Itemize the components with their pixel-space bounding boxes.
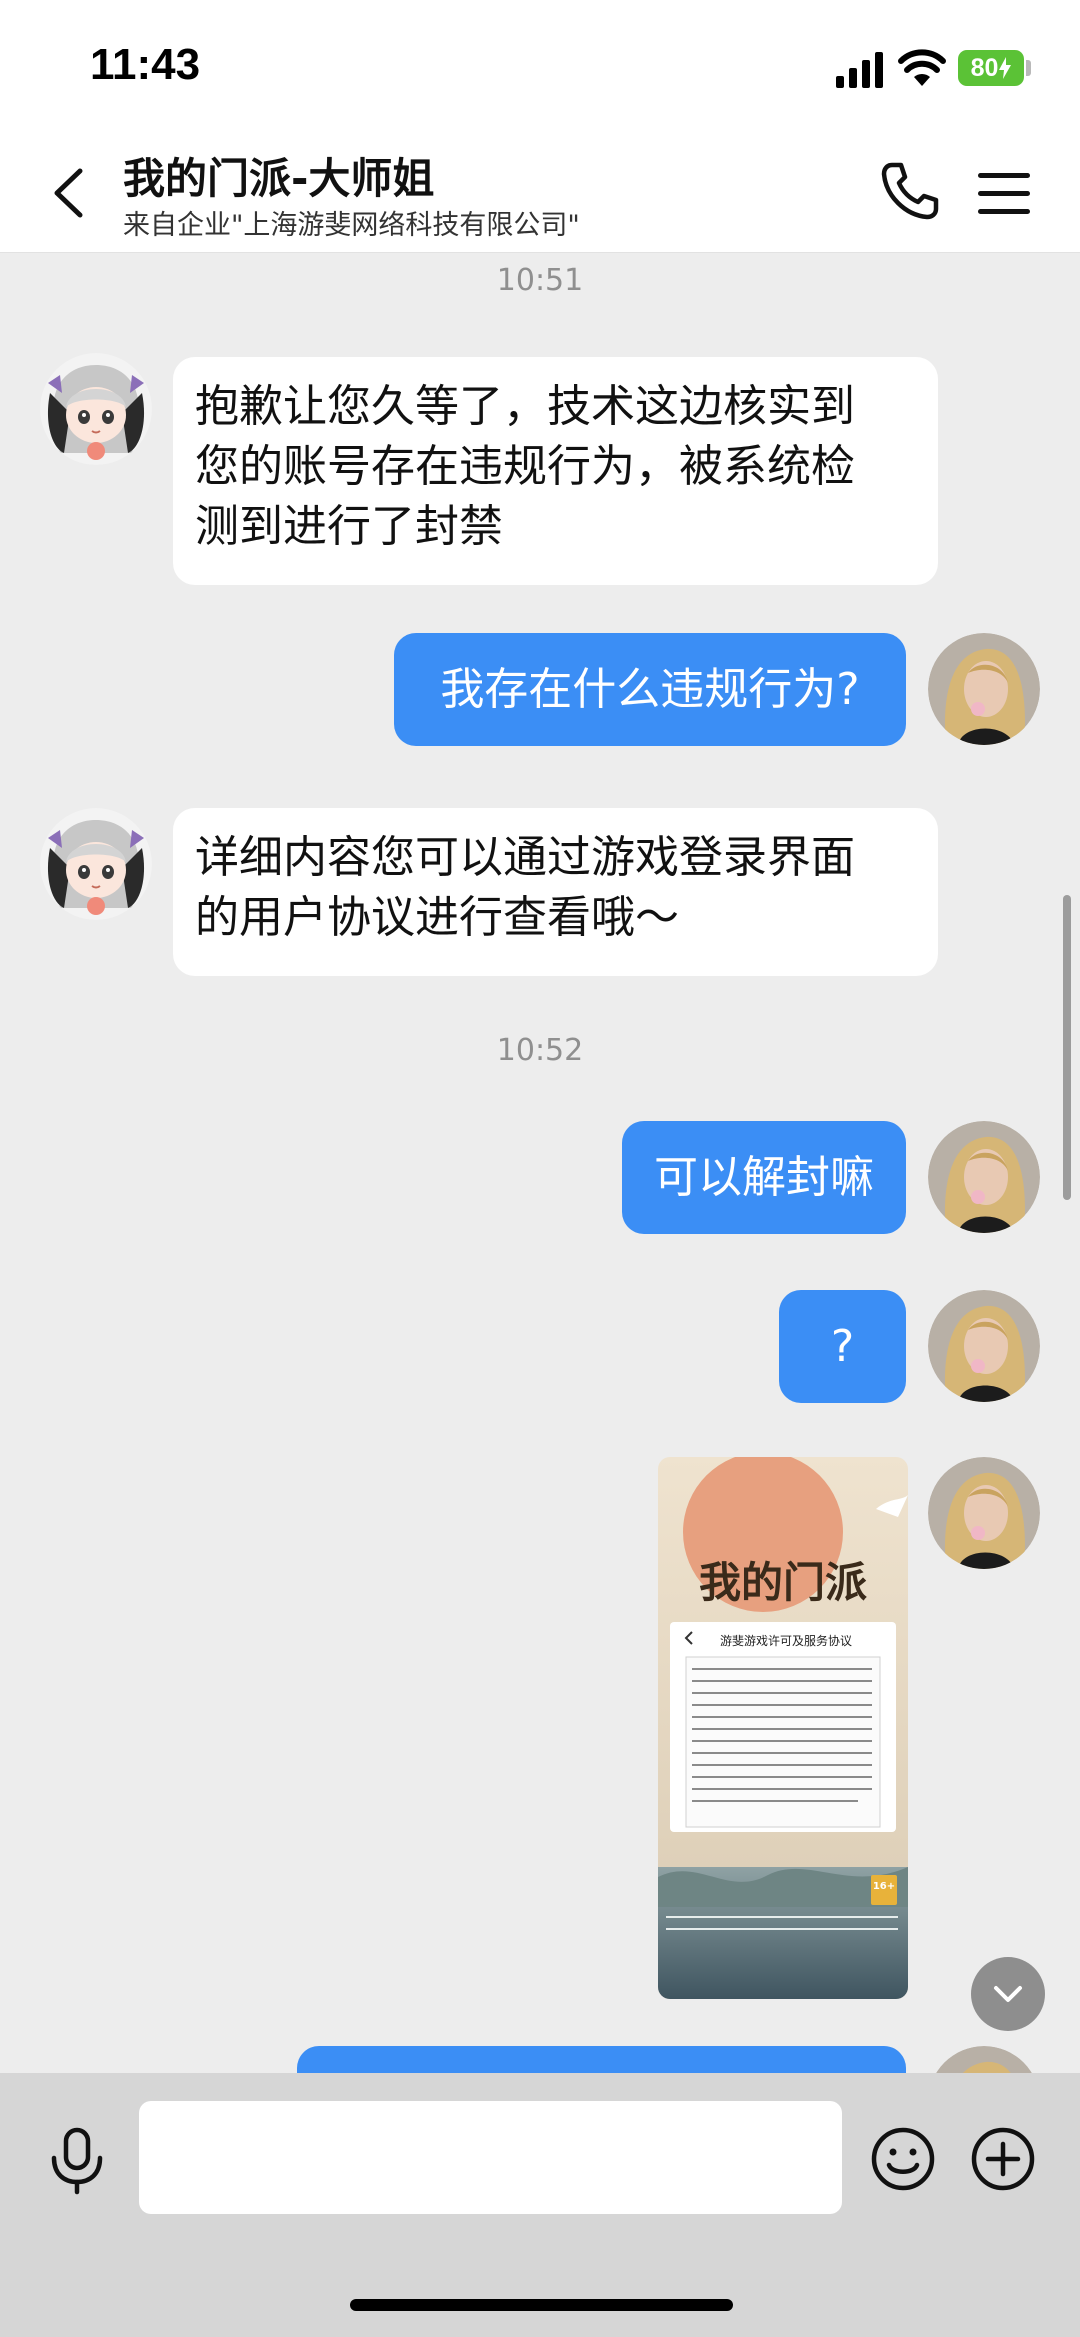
emoji-icon xyxy=(871,2127,935,2191)
chat-header: 我的门派-大师姐 来自企业"上海游斐网络科技有限公司" xyxy=(0,135,1080,253)
phone-icon xyxy=(881,162,939,220)
message-timestamp: 10:52 xyxy=(496,1033,584,1068)
status-bar: 11:43 80 xyxy=(0,0,1080,135)
wifi-icon xyxy=(898,48,946,88)
voice-button[interactable] xyxy=(44,2126,110,2196)
back-arrow-icon xyxy=(54,168,83,218)
image-message[interactable]: 我的门派 游斐游戏许可及服务协议 16+ xyxy=(658,1457,908,1999)
menu-icon xyxy=(978,173,1030,214)
call-button[interactable] xyxy=(878,159,942,223)
signal-icon xyxy=(836,52,884,88)
outgoing-message[interactable]: 可以解封嘛 xyxy=(622,1121,906,1234)
scrollbar-thumb[interactable] xyxy=(1063,895,1071,1200)
user-avatar[interactable] xyxy=(928,633,1040,745)
scroll-to-bottom-button[interactable] xyxy=(971,1957,1045,2031)
user-avatar[interactable] xyxy=(928,1121,1040,1233)
user-avatar[interactable] xyxy=(928,1290,1040,1402)
user-avatar[interactable] xyxy=(928,1457,1040,1569)
microphone-icon xyxy=(51,2127,103,2195)
back-button[interactable] xyxy=(40,163,100,223)
message-text-line: 测到进行了封禁 xyxy=(195,501,503,552)
more-button[interactable] xyxy=(970,2126,1036,2192)
message-text: ? xyxy=(830,1320,855,1372)
game-logo-text: 我的门派 xyxy=(698,1558,867,1607)
message-text-line: 抱歉让您久等了，技术这边核实到 xyxy=(195,381,855,432)
agent-avatar[interactable] xyxy=(40,808,152,920)
outgoing-message[interactable] xyxy=(297,2046,906,2073)
home-indicator[interactable] xyxy=(350,2299,733,2311)
chat-subtitle: 来自企业"上海游斐网络科技有限公司" xyxy=(123,210,580,241)
message-text: 可以解封嘛 xyxy=(654,1151,874,1203)
message-list[interactable]: 10:51 抱歉让您久等了，技术这边核实到 您的账号存在违规行为，被系统检 测到… xyxy=(0,253,1080,2073)
message-text-line: 您的账号存在违规行为，被系统检 xyxy=(195,441,855,492)
incoming-message[interactable]: 详细内容您可以通过游戏登录界面 的用户协议进行查看哦～ xyxy=(173,808,938,976)
input-bar xyxy=(0,2073,1080,2337)
message-text-line: 详细内容您可以通过游戏登录界面 xyxy=(195,832,855,883)
message-text: 我存在什么违规行为? xyxy=(440,663,860,715)
outgoing-message[interactable]: 我存在什么违规行为? xyxy=(394,633,906,746)
chevron-down-icon xyxy=(994,1986,1022,2002)
dialog-title-text: 游斐游戏许可及服务协议 xyxy=(720,1634,853,1648)
user-avatar[interactable] xyxy=(928,2046,1040,2073)
battery-icon: 80 xyxy=(958,50,1024,86)
plus-icon xyxy=(971,2127,1035,2191)
outgoing-message[interactable]: ? xyxy=(779,1290,906,1403)
message-timestamp: 10:51 xyxy=(496,263,584,298)
incoming-message[interactable]: 抱歉让您久等了，技术这边核实到 您的账号存在违规行为，被系统检 测到进行了封禁 xyxy=(173,357,938,585)
agent-avatar[interactable] xyxy=(40,353,152,465)
age-rating-badge: 16+ xyxy=(872,1881,896,1892)
status-time: 11:43 xyxy=(90,40,201,89)
emoji-button[interactable] xyxy=(870,2126,936,2192)
battery-level: 80 xyxy=(970,53,999,82)
message-text-line: 的用户协议进行查看哦～ xyxy=(195,892,679,943)
chat-title: 我的门派-大师姐 xyxy=(123,154,435,203)
battery-cap xyxy=(1026,60,1031,76)
charging-bolt-icon xyxy=(999,57,1012,79)
message-input[interactable] xyxy=(139,2101,842,2214)
menu-button[interactable] xyxy=(972,163,1036,223)
